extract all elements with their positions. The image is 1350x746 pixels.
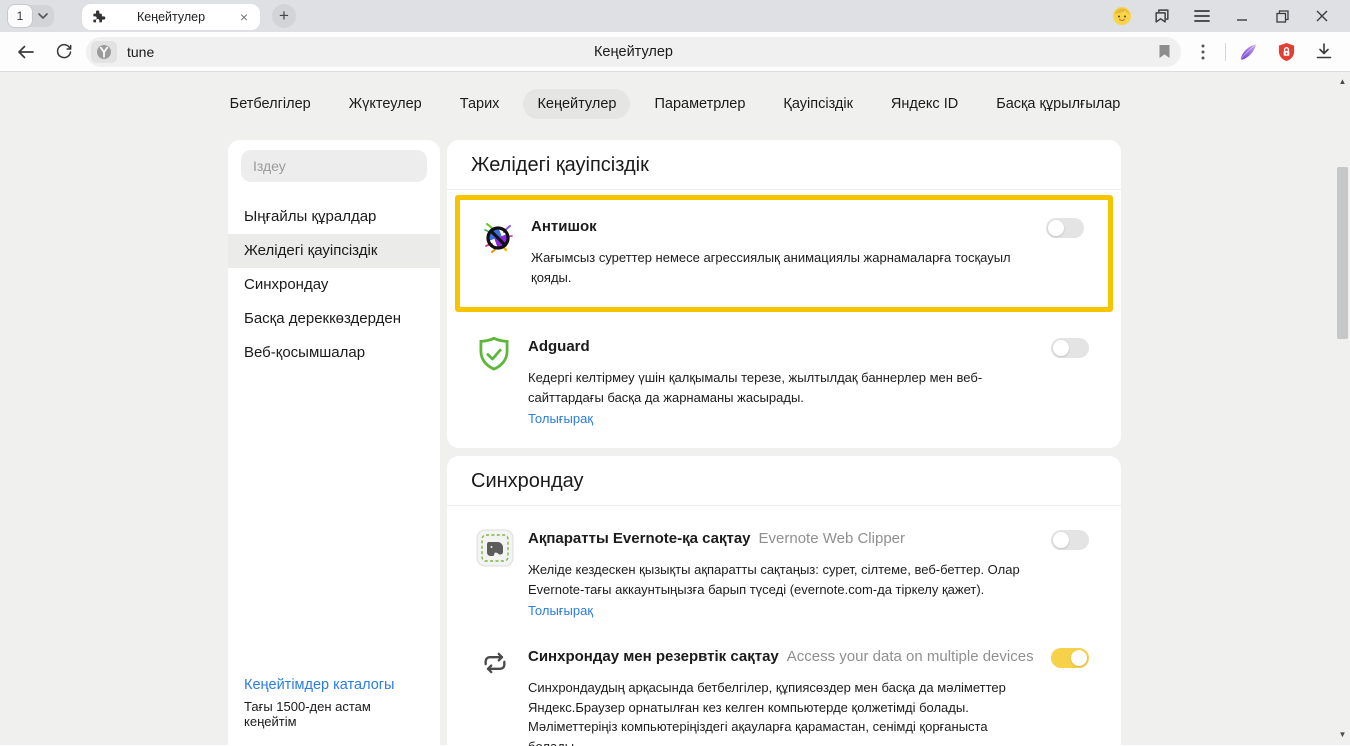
- section-network-security: Желідегі қауіпсіздік: [447, 140, 1121, 448]
- restore-window-icon[interactable]: [1272, 6, 1292, 26]
- address-text: tune: [127, 44, 154, 60]
- scrollbar[interactable]: ▲ ▼: [1335, 72, 1350, 745]
- toolbar-divider: [1225, 43, 1226, 61]
- tab-counter-group[interactable]: 1: [8, 5, 54, 27]
- tab-history[interactable]: Тарих: [446, 89, 514, 119]
- settings-nav-tabs: Бетбелгілер Жүктеулер Тарих Кеңейтулер П…: [0, 89, 1350, 119]
- close-tab-icon[interactable]: ×: [236, 9, 252, 25]
- extension-title: Синхрондау мен резервтік сақтауAccess yo…: [528, 648, 1035, 665]
- sidebar-item-network-security[interactable]: Желідегі қауіпсіздік: [228, 234, 440, 268]
- extensions-catalog-note: Тағы 1500-ден астам кеңейтім: [244, 699, 424, 729]
- search-input[interactable]: [253, 158, 415, 174]
- protect-shield-icon[interactable]: [1270, 36, 1302, 68]
- hamburger-menu-icon[interactable]: [1192, 6, 1212, 26]
- back-icon[interactable]: [10, 36, 42, 68]
- sidebar-item-sync[interactable]: Синхрондау: [228, 268, 440, 302]
- user-avatar[interactable]: [1112, 6, 1132, 26]
- sync-arrows-icon: [475, 646, 515, 680]
- address-bar[interactable]: tune Кеңейтулер: [86, 37, 1181, 67]
- sidebar: Ыңғайлы құралдар Желідегі қауіпсіздік Си…: [228, 140, 440, 745]
- kebab-menu-icon[interactable]: [1187, 36, 1219, 68]
- sync-toggle[interactable]: [1051, 648, 1089, 668]
- tab-bookmarks[interactable]: Бетбелгілер: [216, 89, 325, 119]
- settings-page: Бетбелгілер Жүктеулер Тарих Кеңейтулер П…: [0, 72, 1350, 745]
- sidebar-item-other-sources[interactable]: Басқа дереккөздерден: [228, 302, 440, 336]
- adguard-shield-check-icon: [475, 336, 515, 376]
- extension-title: Ақпаратты Evernote-қа сақтауEvernote Web…: [528, 530, 1035, 547]
- tab-extensions[interactable]: Кеңейтулер: [523, 89, 630, 119]
- extension-subtitle: Access your data on multiple devices: [787, 648, 1034, 665]
- bookmark-flag-icon[interactable]: [1158, 44, 1171, 59]
- extensions-catalog-link[interactable]: Кеңейтімдер каталогы: [244, 677, 424, 693]
- main-content: Желідегі қауіпсіздік: [447, 140, 1121, 746]
- tab-security[interactable]: Қауіпсіздік: [769, 89, 867, 119]
- evernote-elephant-icon: [475, 528, 515, 568]
- chevron-down-icon[interactable]: [32, 5, 54, 27]
- yandex-browser-badge-icon[interactable]: [91, 41, 117, 63]
- sidebar-item-web-apps[interactable]: Веб-қосымшалар: [228, 336, 440, 370]
- tab-title: Кеңейтулер: [106, 10, 236, 24]
- tab-strip: 1 Кеңейтулер × +: [0, 0, 1350, 32]
- section-title: Желідегі қауіпсіздік: [447, 140, 1121, 190]
- new-tab-button[interactable]: +: [272, 4, 296, 28]
- tab-counter[interactable]: 1: [8, 5, 32, 27]
- extension-description: Синхрондаудың арқасында бетбелгілер, құп…: [528, 678, 1035, 746]
- feather-extension-icon[interactable]: [1232, 36, 1264, 68]
- search-box[interactable]: [241, 150, 427, 182]
- section-title: Синхрондау: [447, 456, 1121, 506]
- extension-row-adguard: Adguard Кедергі келтірмеу үшін қалқымалы…: [447, 326, 1121, 448]
- puzzle-icon: [90, 9, 106, 25]
- adguard-toggle[interactable]: [1051, 338, 1089, 358]
- antishock-bug-prohibited-icon: [478, 216, 518, 256]
- extension-title: Adguard: [528, 338, 1035, 355]
- minimize-window-icon[interactable]: [1232, 6, 1252, 26]
- antishock-highlight-callout: Антишок Жағымсыз суреттер немесе агресси…: [455, 195, 1113, 312]
- extension-row-evernote: Ақпаратты Evernote-қа сақтауEvernote Web…: [447, 506, 1121, 640]
- scrollbar-thumb[interactable]: [1337, 167, 1348, 339]
- more-link[interactable]: Толығырақ: [528, 411, 1035, 426]
- section-sync: Синхрондау Ақпаратты Evernote-қа сақтауE…: [447, 456, 1121, 746]
- extension-subtitle: Evernote Web Clipper: [759, 530, 905, 547]
- sidebar-item-handy-tools[interactable]: Ыңғайлы құралдар: [228, 200, 440, 234]
- close-window-icon[interactable]: [1312, 6, 1332, 26]
- omnibox-page-title: Кеңейтулер: [86, 44, 1181, 60]
- extension-title: Антишок: [531, 218, 1030, 235]
- browser-tab[interactable]: Кеңейтулер ×: [82, 4, 260, 30]
- extension-row-antishock: Антишок Жағымсыз суреттер немесе агресси…: [460, 200, 1108, 307]
- tab-other-devices[interactable]: Басқа құрылғылар: [982, 89, 1134, 119]
- tab-settings[interactable]: Параметрлер: [640, 89, 759, 119]
- scroll-up-icon[interactable]: ▲: [1335, 74, 1350, 88]
- evernote-toggle[interactable]: [1051, 530, 1089, 550]
- extension-row-sync-backup: Синхрондау мен резервтік сақтауAccess yo…: [447, 640, 1121, 746]
- refresh-icon[interactable]: [48, 36, 80, 68]
- tab-downloads[interactable]: Жүктеулер: [335, 89, 436, 119]
- tab-panels-icon[interactable]: [1152, 6, 1172, 26]
- extension-description: Кедергі келтірмеу үшін қалқымалы терезе,…: [528, 368, 1008, 407]
- scroll-down-icon[interactable]: ▼: [1335, 727, 1350, 741]
- download-icon[interactable]: [1308, 36, 1340, 68]
- more-link[interactable]: Толығырақ: [528, 603, 1035, 618]
- extension-description: Жағымсыз суреттер немесе агрессиялық ани…: [531, 248, 1030, 287]
- toolbar: tune Кеңейтулер: [0, 32, 1350, 72]
- extension-description: Желіде кездескен қызықты ақпаратты сақта…: [528, 560, 1035, 599]
- antishock-toggle[interactable]: [1046, 218, 1084, 238]
- tab-yandex-id[interactable]: Яндекс ID: [877, 89, 972, 119]
